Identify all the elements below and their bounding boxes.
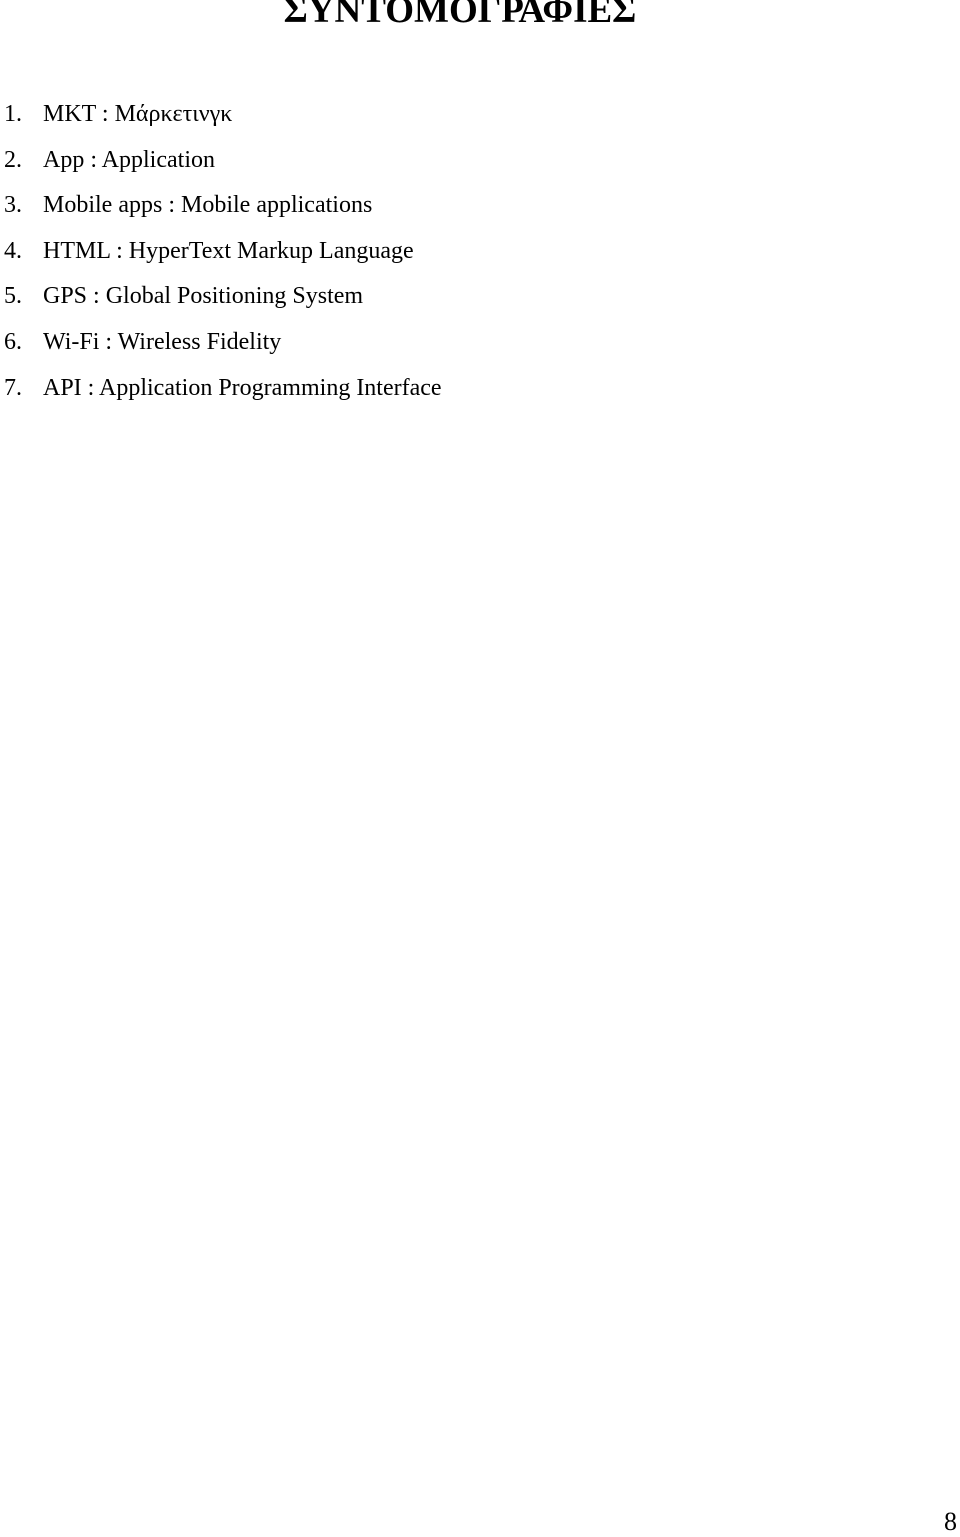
list-item-number: 7. [4, 374, 22, 401]
list-item-number: 2. [4, 146, 22, 173]
list-item-text: App : Application [43, 146, 215, 173]
list-item-number: 6. [4, 328, 22, 355]
list-item-number: 3. [4, 192, 22, 219]
list-item-text: GPS : Global Positioning System [43, 283, 364, 310]
page-title: ΣΥΝΤΟΜΟΓΡΑΦΙΕΣ [283, 0, 637, 31]
list-item-number: 1. [4, 101, 22, 127]
list-item-text: MKT : Μάρκετινγκ [43, 101, 233, 127]
list-item-number: 5. [4, 283, 22, 310]
list-item-number: 4. [4, 237, 22, 264]
list-item-text: Wi-Fi : Wireless Fidelity [43, 328, 282, 355]
list-item-text: Mobile apps : Mobile applications [43, 192, 373, 219]
list-item-text: API : Application Programming Interface [43, 374, 442, 401]
page-number: 8 [944, 1507, 957, 1536]
list-item-text: HTML : HyperText Markup Language [43, 237, 414, 264]
